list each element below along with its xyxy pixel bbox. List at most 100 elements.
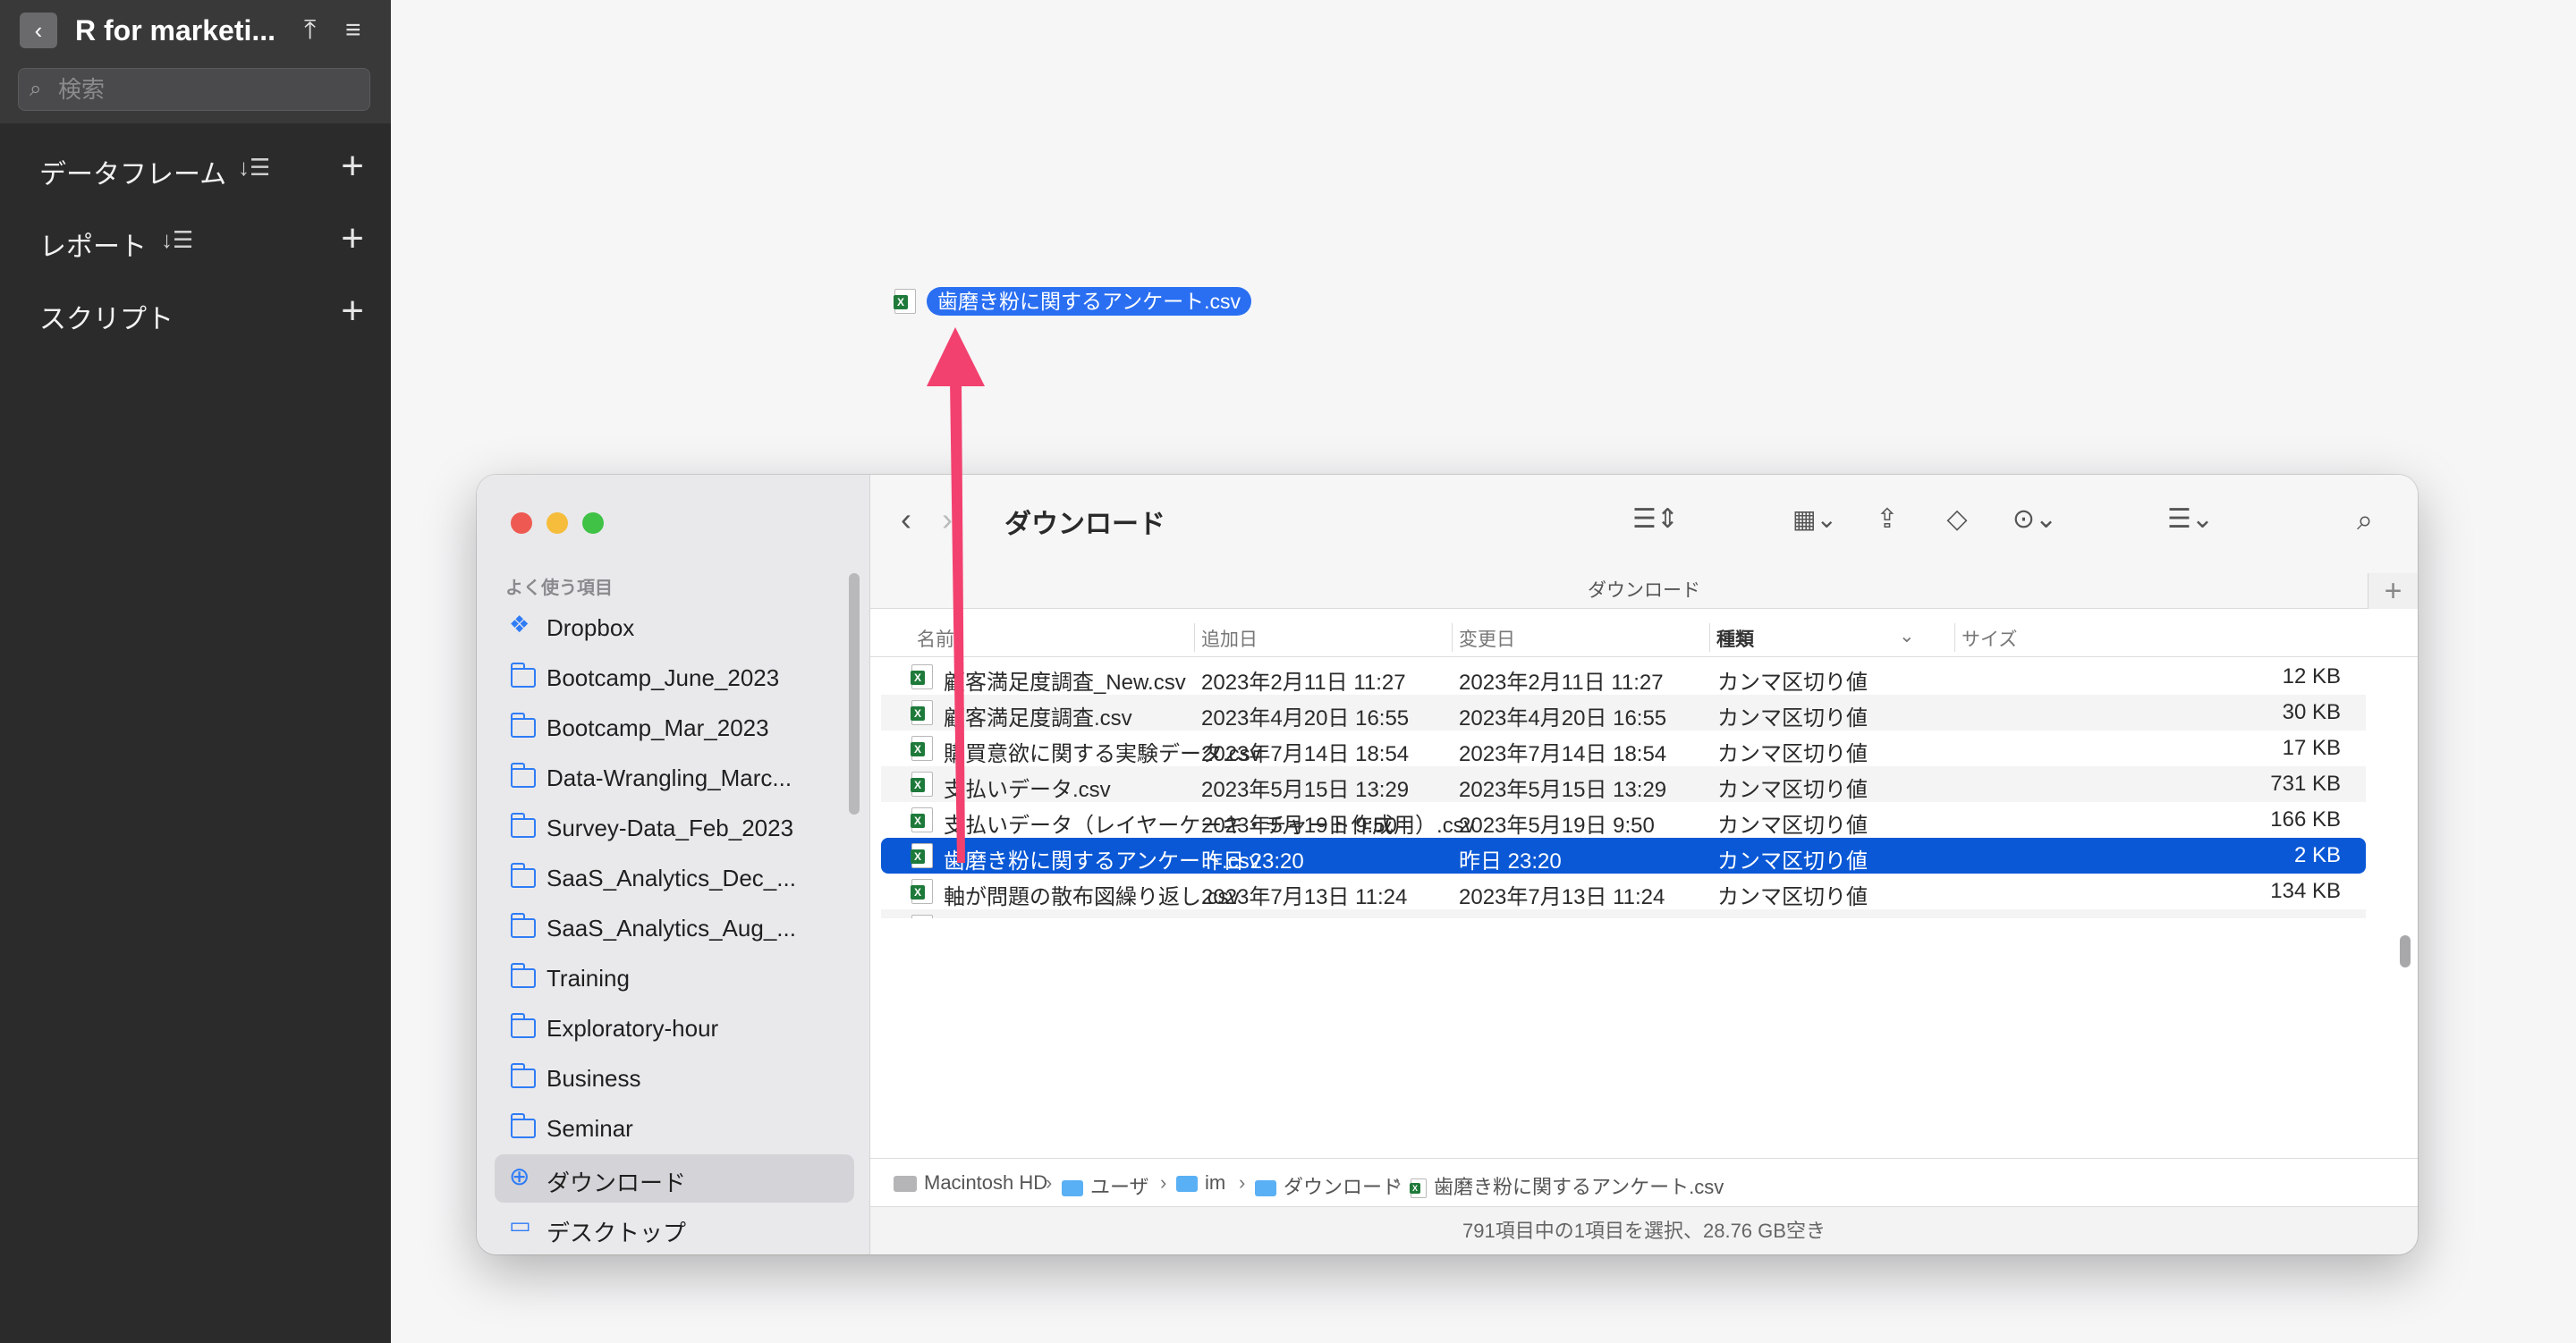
section-scripts[interactable]: スクリプト +	[0, 286, 391, 340]
file-kind: カンマ区切り値	[1717, 706, 1868, 731]
sidebar-item-folder[interactable]: Bootcamp_Mar_2023	[495, 704, 854, 752]
search-button[interactable]: ⌕	[2343, 500, 2387, 539]
section-label: レポート	[39, 232, 147, 262]
file-row[interactable]: X 歯磨き粉に関するアンケート.csv 昨日 23:20 昨日 23:20 カンマ区切り…	[881, 838, 2366, 874]
sidebar-item-folder[interactable]: Exploratory-hour	[495, 1004, 854, 1052]
sidebar-item-folder[interactable]: Seminar	[495, 1104, 854, 1153]
file-row[interactable]: X 支払いデータ（レイヤーケーキ・チャート作成用）.csv 2023年5月19日 9…	[881, 802, 2366, 838]
sidebar-item-desktop[interactable]: ▭ デスクトップ	[495, 1204, 854, 1253]
column-name[interactable]: 名前	[917, 625, 954, 652]
section-dataframes[interactable]: データフレーム ↓☰ +	[0, 141, 391, 195]
file-size: 17 KB	[2282, 736, 2341, 760]
file-row[interactable]: X 顧客満足度調査_New.csv 2023年2月11日 11:27 2023年2月1…	[881, 659, 2366, 695]
search-icon: ⌕	[2357, 503, 2373, 536]
add-script-button[interactable]: +	[341, 290, 364, 333]
add-tab-button[interactable]: +	[2368, 573, 2418, 609]
upload-icon[interactable]: ⤒	[304, 14, 316, 46]
sidebar-item-folder[interactable]: SaaS_Analytics_Dec_...	[495, 854, 854, 902]
tag-button[interactable]: ◇	[1935, 500, 1979, 539]
file-size: 12 KB	[2282, 664, 2341, 688]
crumb-file[interactable]: X 歯磨き粉に関するアンケート.csv	[1410, 1171, 1724, 1200]
sidebar-item-dropbox[interactable]: ❖ Dropbox	[495, 604, 854, 652]
view-options-button[interactable]: ☰⇕	[1622, 500, 1690, 539]
csv-file-icon: X	[894, 289, 916, 314]
action-button[interactable]: ⊙⌄	[1999, 500, 2071, 539]
file-added-date: 2023年4月20日 16:55	[1201, 706, 1410, 731]
crumb-downloads[interactable]: ダウンロード	[1255, 1171, 1402, 1200]
crumb-separator: ›	[1394, 1171, 1402, 1194]
section-reports[interactable]: レポート ↓☰ +	[0, 214, 391, 267]
sidebar-item-folder[interactable]: Survey-Data_Feb_2023	[495, 804, 854, 852]
file-added-date: 2023年7月13日 11:24	[1201, 885, 1408, 909]
zoom-window-button[interactable]	[582, 512, 604, 534]
add-report-button[interactable]: +	[341, 217, 364, 260]
sidebar-item-folder[interactable]: Business	[495, 1054, 854, 1102]
crumb-separator: ›	[1239, 1171, 1246, 1194]
crumb-home[interactable]: im	[1176, 1171, 1225, 1195]
back-button[interactable]: ‹	[20, 13, 57, 48]
finder-window: よく使う項目 ❖ Dropbox Bootcamp_June_2023 Bootcam…	[477, 475, 2418, 1254]
file-row[interactable]: X 支払いデータ.csv 2023年5月15日 13:29 2023年5月15日 13…	[881, 766, 2366, 802]
status-text: 791項目中の1項目を選択、28.76 GB空き	[1462, 1220, 1826, 1242]
search-box[interactable]: ⌕	[18, 68, 370, 111]
minimize-window-button[interactable]	[547, 512, 568, 534]
file-modified-date: 2023年4月20日 16:55	[1459, 706, 1667, 731]
file-kind: カンマ区切り値	[1717, 814, 1868, 838]
file-row[interactable]: X 購買意欲に関する実験データ.csv 2023年7月14日 18:54 2023年7…	[881, 731, 2366, 766]
folder-icon	[510, 913, 536, 938]
folder-icon	[510, 863, 536, 888]
nav-forward-button[interactable]: ›	[929, 500, 965, 539]
sidebar-item-folder[interactable]: Data-Wrangling_Marc...	[495, 754, 854, 802]
search-input[interactable]	[58, 74, 362, 105]
sidebar-item-folder[interactable]: SaaS_Analytics_Aug_...	[495, 904, 854, 952]
column-added[interactable]: 追加日	[1201, 625, 1258, 652]
tag-icon: ◇	[1946, 504, 1968, 534]
sidebar-item-download[interactable]: ⊕ ダウンロード	[495, 1154, 854, 1203]
finder-title: ダウンロード	[1004, 510, 1165, 539]
file-size: 2 KB	[2293, 843, 2341, 867]
section-label: データフレーム	[39, 160, 227, 190]
list-scrollbar[interactable]	[2400, 935, 2411, 967]
crumb-disk[interactable]: Macintosh HD	[894, 1171, 1047, 1195]
folder-icon	[1062, 1180, 1083, 1197]
add-dataframe-button[interactable]: +	[341, 145, 364, 188]
column-size[interactable]: サイズ	[1962, 625, 2017, 652]
status-bar: 791項目中の1項目を選択、28.76 GB空き	[870, 1206, 2418, 1254]
column-modified[interactable]: 変更日	[1459, 625, 1515, 652]
download-folder-icon	[1255, 1180, 1276, 1197]
sidebar-item-folder[interactable]: Training	[495, 954, 854, 1002]
column-divider[interactable]	[1709, 623, 1710, 652]
sidebar-item-label: ダウンロード	[547, 1170, 687, 1196]
file-row[interactable]: X 顧客満足度調査.csv 2023年4月20日 16:55 2023年4月20日 1…	[881, 695, 2366, 731]
sort-chevron-icon[interactable]: ⌄	[1899, 625, 1915, 647]
sidebar-item-label: Exploratory-hour	[547, 1015, 719, 1042]
share-button[interactable]: ⇪	[1865, 500, 1910, 539]
crumb-users[interactable]: ユーザ	[1062, 1171, 1149, 1200]
file-modified-date: 2023年7月13日 11:24	[1459, 885, 1665, 909]
file-kind: カンマ区切り値	[1717, 778, 1868, 802]
folder-icon	[510, 963, 536, 988]
close-window-button[interactable]	[511, 512, 532, 534]
folder-icon	[510, 1063, 536, 1088]
nav-back-button[interactable]: ‹	[888, 500, 924, 539]
column-kind[interactable]: 種類	[1716, 625, 1754, 652]
file-modified-date: 2023年7月14日 18:54	[1459, 742, 1667, 766]
dragged-file-label: 歯磨き粉に関するアンケート.csv	[927, 287, 1251, 316]
csv-file-icon: X	[911, 843, 933, 868]
sort-icon[interactable]: ↓☰	[161, 226, 193, 254]
column-divider[interactable]	[1194, 623, 1195, 652]
sort-icon[interactable]: ↓☰	[238, 154, 270, 182]
menu-icon[interactable]: ≡	[345, 14, 361, 46]
column-divider[interactable]	[1954, 623, 1955, 652]
finder-sidebar: よく使う項目 ❖ Dropbox Bootcamp_June_2023 Bootcam…	[477, 475, 870, 1254]
file-name: 支払いデータ.csv	[944, 778, 1111, 802]
folder-icon	[510, 1013, 536, 1038]
sidebar-item-folder[interactable]: Bootcamp_June_2023	[495, 654, 854, 702]
file-added-date: 2023年2月11日 11:27	[1201, 671, 1406, 695]
folder-icon	[510, 663, 536, 688]
sort-button[interactable]: ☰⌄	[2155, 500, 2226, 539]
group-button[interactable]: ▦⌄	[1781, 500, 1849, 539]
file-row[interactable]: X 従業員.csv 2022年11月29日 8:36 2022年11月29日 8:36…	[881, 909, 2366, 918]
column-divider[interactable]	[1452, 623, 1453, 652]
file-row[interactable]: X 軸が問題の散布図繰り返し.csv 2023年7月13日 11:24 2023年7月…	[881, 874, 2366, 909]
